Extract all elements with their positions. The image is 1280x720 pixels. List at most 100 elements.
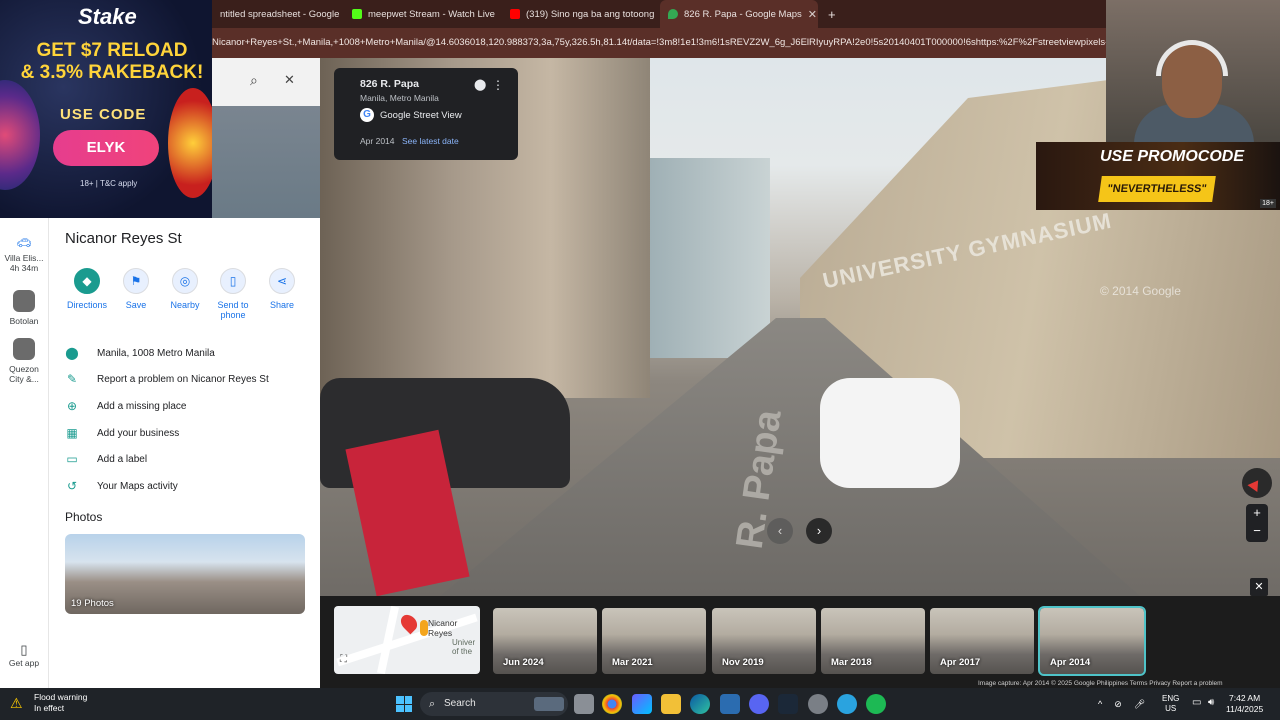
display-icon[interactable]: ▭ [1192, 697, 1201, 708]
timeline-thumb[interactable]: Mar 2018 [821, 608, 925, 674]
close-street-view-button[interactable]: ✕ [1250, 578, 1268, 596]
app-icon[interactable] [808, 694, 828, 714]
file-explorer-icon[interactable] [661, 694, 681, 714]
ad-ball-graphic [0, 80, 40, 190]
store-icon: ▦ [66, 426, 78, 440]
chevron-up-icon[interactable]: ^ [1098, 699, 1102, 709]
row-label: Report a problem on Nicanor Reyes St [97, 373, 269, 385]
zoom-in-button[interactable]: + [1246, 504, 1268, 522]
spotify-icon[interactable] [866, 694, 886, 714]
chrome-icon[interactable] [602, 694, 622, 714]
send-to-phone-button[interactable]: ▯ Send to phone [211, 268, 255, 320]
row-label: Add your business [97, 427, 180, 439]
next-arrow-button[interactable]: › [806, 518, 832, 544]
white-car [820, 378, 960, 488]
place-thumbnail [13, 338, 35, 360]
close-icon[interactable]: ✕ [495, 8, 502, 21]
sv-city: Manila, Metro Manila [360, 93, 439, 103]
steam-icon[interactable] [778, 694, 798, 714]
car-icon: 🚗︎ [16, 236, 32, 250]
directions-icon: ◆ [74, 268, 100, 294]
timeline-thumb[interactable]: Mar 2021 [602, 608, 706, 674]
language-indicator[interactable]: ENG US [1162, 694, 1179, 714]
windows-start-icon[interactable] [396, 696, 412, 712]
photos-thumbnail[interactable]: 19 Photos [65, 534, 305, 614]
action-label: Send to phone [217, 300, 249, 320]
add-missing-place-row[interactable]: ⊕ Add a missing place [65, 393, 187, 419]
timeline-thumb-selected[interactable]: Apr 2014 [1038, 606, 1146, 676]
save-button[interactable]: ⚑ Save [114, 268, 158, 310]
distant-building [650, 158, 770, 358]
sv-address: 826 R. Papa [360, 78, 419, 90]
timeline-date: Nov 2019 [722, 657, 764, 668]
rail-item-quezon[interactable]: Quezon City &... [0, 338, 48, 384]
timeline-thumb[interactable]: Nov 2019 [712, 608, 816, 674]
nearby-button[interactable]: ◎ Nearby [163, 268, 207, 310]
search-icon[interactable]: ⌕ [250, 72, 258, 89]
share-button[interactable]: ⋖ Share [260, 268, 304, 310]
maps-activity-row[interactable]: ↺ Your Maps activity [65, 473, 178, 499]
expand-icon[interactable]: ⛶ [340, 654, 347, 665]
edge-icon[interactable] [690, 694, 710, 714]
mini-map[interactable]: Nicanor Reyes Univer of the ⛶ [334, 606, 480, 674]
previous-arrow-button[interactable]: ‹ [767, 518, 793, 544]
tab-spreadsheet[interactable]: ntitled spreadsheet - Google✕ [212, 0, 344, 28]
more-options-icon[interactable]: ⋮ [492, 78, 504, 92]
map-credits: Image capture: Apr 2014 © 2025 Google Ph… [978, 680, 1223, 687]
address-bar[interactable]: Nicanor+Reyes+St.,+Manila,+1008+Metro+Ma… [212, 28, 1106, 58]
telegram-icon[interactable] [837, 694, 857, 714]
taskbar-search[interactable]: ⌕ Search [420, 692, 568, 716]
action-label: Directions [66, 300, 107, 310]
discord-icon[interactable] [749, 694, 769, 714]
see-latest-date-link[interactable]: See latest date [402, 136, 459, 146]
timeline-thumb[interactable]: Jun 2024 [493, 608, 597, 674]
close-icon[interactable]: ✕ [284, 72, 295, 88]
new-tab-button[interactable]: + [820, 0, 840, 28]
get-app-button[interactable]: ▯ Get app [8, 642, 40, 668]
tab-label: meepwet Stream - Watch Live [368, 8, 495, 20]
kick-icon [352, 9, 362, 19]
ad-chip-graphic [168, 88, 212, 198]
add-place-icon: ⊕ [66, 399, 78, 413]
add-label-row[interactable]: ▭ Add a label [65, 446, 147, 472]
store-icon[interactable] [720, 694, 740, 714]
microphone-icon[interactable]: 🎤︎ [1134, 699, 1145, 710]
tab-google-maps[interactable]: 826 R. Papa - Google Maps ✕ [660, 0, 818, 28]
address-row[interactable]: ⬤ Manila, 1008 Metro Manila [65, 340, 215, 366]
place-title: Nicanor Reyes St [65, 230, 182, 247]
map-pin-icon [397, 611, 421, 635]
tab-youtube[interactable]: (319) Sino nga ba ang totoong✕ [502, 0, 660, 28]
notifications-icon[interactable]: ⊘ [1114, 699, 1122, 710]
compass-icon[interactable] [1242, 468, 1272, 498]
pegman-icon [420, 620, 428, 636]
close-icon[interactable]: ✕ [802, 8, 817, 21]
tab-stream[interactable]: meepwet Stream - Watch Live✕ [344, 0, 502, 28]
task-view-icon[interactable] [574, 694, 594, 714]
zoom-out-button[interactable]: − [1246, 522, 1268, 540]
ad-use-code: USE CODE [60, 106, 147, 123]
place-thumbnail [13, 290, 35, 312]
google-watermark: © 2014 Google [1100, 284, 1181, 298]
recent-places-rail: 🚗︎ Villa Elis... 4h 34m Botolan Quezon C… [0, 218, 48, 688]
report-problem-row[interactable]: ✎ Report a problem on Nicanor Reyes St [65, 366, 269, 392]
rail-label: Villa Elis... [4, 253, 44, 263]
rail-item-villa[interactable]: 🚗︎ Villa Elis... 4h 34m [0, 236, 48, 273]
timeline-thumb[interactable]: Apr 2017 [930, 608, 1034, 674]
action-label: Nearby [170, 300, 200, 310]
weather-widget[interactable]: ⚠ Flood warning In effect [10, 692, 87, 714]
directions-button[interactable]: ◆ Directions [65, 268, 109, 310]
rail-item-botolan[interactable]: Botolan [0, 290, 48, 326]
ad-headline-1: GET $7 RELOAD [36, 40, 188, 61]
promo-headline: USE PROMOCODE [1100, 148, 1245, 165]
volume-icon[interactable]: 🔊︎ [1208, 697, 1214, 708]
promo-overlay: USE PROMOCODE "NEVERTHELESS" 18+ [1036, 142, 1280, 210]
search-label: Search [444, 698, 476, 709]
webcam-overlay [1106, 0, 1280, 144]
clock[interactable]: 7:42 AM 11/4/2025 [1226, 693, 1263, 715]
copilot-icon[interactable] [632, 694, 652, 714]
location-pin-icon[interactable]: ⬤ [474, 78, 486, 91]
add-business-row[interactable]: ▦ Add your business [65, 420, 179, 446]
language: ENG [1162, 694, 1180, 703]
google-icon: G [360, 108, 374, 122]
timeline-filmstrip: Nicanor Reyes Univer of the ⛶ Jun 2024 M… [320, 596, 1280, 688]
